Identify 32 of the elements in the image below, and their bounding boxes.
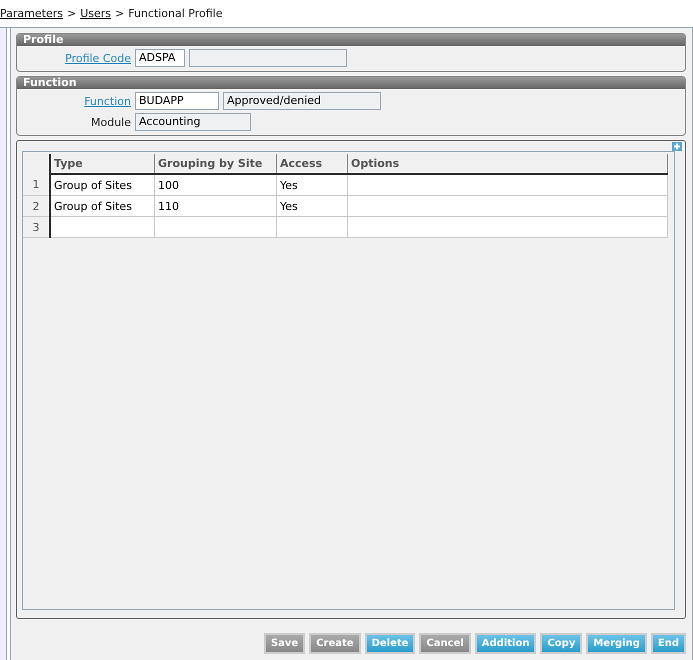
column-header: Access bbox=[276, 154, 348, 174]
section-title: Function bbox=[17, 77, 685, 89]
column-header: Type bbox=[50, 154, 154, 174]
table-cell[interactable] bbox=[276, 216, 348, 238]
profile-code-field[interactable]: ADSPA bbox=[135, 49, 185, 67]
table-cell[interactable] bbox=[348, 174, 668, 196]
table-cell[interactable] bbox=[348, 216, 668, 238]
table-cell[interactable]: Yes bbox=[276, 196, 348, 216]
section-title: Profile bbox=[17, 34, 685, 46]
row-number: 2 bbox=[23, 196, 50, 216]
breadcrumb-link[interactable]: Users bbox=[80, 7, 111, 20]
add-row-icon[interactable] bbox=[672, 142, 682, 151]
module-label: Module bbox=[90, 116, 131, 128]
breadcrumb-separator: > bbox=[66, 7, 76, 20]
table-cell[interactable]: 100 bbox=[154, 174, 276, 196]
table-cell[interactable]: Group of Sites bbox=[50, 196, 154, 216]
function-code-field[interactable]: BUDAPP bbox=[135, 92, 219, 110]
table-cell[interactable]: Group of Sites bbox=[50, 174, 154, 196]
column-header: Grouping by Site bbox=[154, 154, 276, 174]
row-number: 3 bbox=[23, 216, 50, 238]
function-description-field: Approved/denied bbox=[223, 92, 381, 110]
table-cell[interactable] bbox=[50, 216, 154, 238]
table-cell[interactable] bbox=[154, 216, 276, 238]
table-cell[interactable] bbox=[348, 196, 668, 216]
row-number: 1 bbox=[23, 174, 50, 196]
breadcrumb-current: Functional Profile bbox=[128, 7, 223, 20]
breadcrumb-separator: > bbox=[115, 7, 124, 20]
breadcrumb-link[interactable]: Parameters bbox=[0, 7, 63, 20]
column-header: Options bbox=[348, 154, 668, 174]
table-cell[interactable]: Yes bbox=[276, 174, 348, 196]
table-cell[interactable]: 110 bbox=[154, 196, 276, 216]
module-field: Accounting bbox=[135, 113, 251, 131]
